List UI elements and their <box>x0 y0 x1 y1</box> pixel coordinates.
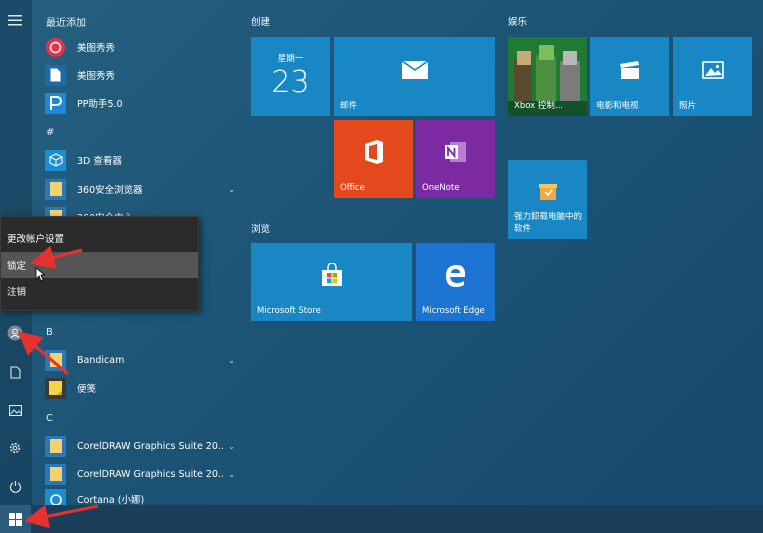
tile-label: Xbox 控制... <box>514 101 563 111</box>
group-letter-c[interactable]: C <box>46 413 53 424</box>
pictures-icon[interactable] <box>6 401 24 419</box>
recent-header: 最近添加 <box>46 18 86 29</box>
user-avatar-icon[interactable] <box>6 324 24 342</box>
app-item[interactable]: PP助手5.0 <box>45 91 235 115</box>
app-item[interactable]: 美图秀秀 <box>45 35 235 59</box>
tile-label: OneNote <box>422 183 460 193</box>
app-item[interactable]: 360安全浏览器 ⌄ <box>45 177 235 201</box>
change-account-settings-item[interactable]: 更改帐户设置 <box>1 225 198 251</box>
tile-label: Microsoft Edge <box>422 306 485 316</box>
tile-label: Office <box>340 183 365 193</box>
mail-icon <box>334 37 495 102</box>
app-item[interactable]: 美图秀秀 <box>45 63 235 87</box>
chevron-down-icon[interactable]: ⌄ <box>228 356 235 365</box>
onenote-tile[interactable]: OneNote <box>416 120 495 198</box>
tile-label: 强力卸载电脑中的软件 <box>514 212 583 234</box>
app-item[interactable]: Bandicam ⌄ <box>45 348 235 372</box>
microsoft-edge-tile[interactable]: Microsoft Edge <box>416 243 495 321</box>
chevron-down-icon[interactable]: ⌄ <box>228 470 235 479</box>
folder-icon <box>45 349 66 371</box>
store-bag-icon <box>251 243 412 307</box>
app-item[interactable]: CorelDRAW Graphics Suite 20... ⌄ <box>45 462 235 486</box>
onenote-icon <box>416 120 495 184</box>
meitu-icon <box>45 37 66 58</box>
hamburger-menu-icon[interactable] <box>6 11 24 29</box>
photos-tile[interactable]: 照片 <box>673 37 752 116</box>
mail-tile[interactable]: 邮件 <box>334 37 495 116</box>
uninstaller-icon <box>508 182 587 202</box>
cortana-icon <box>45 489 66 505</box>
taskbar <box>0 505 763 533</box>
document-icon[interactable] <box>6 363 24 381</box>
tile-label: 邮件 <box>340 101 358 111</box>
chevron-down-icon[interactable]: ⌄ <box>228 442 235 451</box>
pp-assistant-icon <box>45 92 66 114</box>
tile-label: 照片 <box>679 101 697 111</box>
section-title-browse: 浏览 <box>251 224 271 235</box>
tile-label: 电影和电视 <box>596 101 639 111</box>
folder-icon <box>45 178 66 200</box>
group-letter-hash[interactable]: # <box>46 127 54 138</box>
app-item[interactable]: 3D 查看器 <box>45 148 235 172</box>
lock-item[interactable]: 锁定 <box>1 252 198 278</box>
movies-tv-tile[interactable]: 电影和电视 <box>590 37 669 116</box>
film-clapper-icon <box>590 37 669 102</box>
app-label: CorelDRAW Graphics Suite 20... <box>77 468 225 480</box>
power-icon[interactable] <box>6 477 24 495</box>
sticky-note-icon <box>45 377 66 399</box>
chevron-down-icon[interactable]: ⌄ <box>228 185 235 194</box>
photo-landscape-icon <box>673 37 752 102</box>
xbox-tile[interactable]: Xbox 控制... <box>508 37 587 116</box>
app-item[interactable]: Cortana (小娜) <box>45 489 235 505</box>
microsoft-store-tile[interactable]: Microsoft Store <box>251 243 412 321</box>
calendar-tile[interactable]: 星期一 23 <box>251 37 330 116</box>
app-label: 美图秀秀 <box>77 71 116 82</box>
start-button[interactable] <box>0 505 31 533</box>
calendar-day: 23 <box>271 65 310 100</box>
app-label: 3D 查看器 <box>77 156 122 167</box>
edge-icon <box>416 243 495 307</box>
app-label: 360安全浏览器 <box>77 185 143 196</box>
office-icon <box>334 120 413 184</box>
app-label: Bandicam <box>77 354 125 366</box>
app-label: 美图秀秀 <box>77 43 116 54</box>
section-title-entertainment: 娱乐 <box>508 17 528 28</box>
app-label: PP助手5.0 <box>77 99 123 110</box>
group-letter-b[interactable]: B <box>46 327 53 338</box>
account-context-menu: 更改帐户设置 锁定 注销 <box>0 216 199 311</box>
calendar-weekday: 星期一 <box>277 54 304 64</box>
folder-icon <box>45 463 66 485</box>
folder-icon <box>45 435 66 457</box>
app-label: Cortana (小娜) <box>77 495 145 505</box>
app-item[interactable]: 便笺 <box>45 376 235 400</box>
app-label: CorelDRAW Graphics Suite 20... <box>77 440 225 452</box>
settings-gear-icon[interactable] <box>6 439 24 457</box>
sign-out-item[interactable]: 注销 <box>1 278 198 304</box>
cube-3d-icon <box>45 149 66 171</box>
start-menu: 最近添加 美图秀秀 美图秀秀 PP助手5.0 # 3D 查看器 360安全浏览器… <box>0 0 763 505</box>
office-tile[interactable]: Office <box>334 120 413 198</box>
windows-logo-icon <box>9 512 22 526</box>
document-icon <box>45 64 66 86</box>
app-label: 便笺 <box>77 384 97 395</box>
section-title-create: 创建 <box>251 17 271 28</box>
tile-label: Microsoft Store <box>257 306 321 316</box>
app-item[interactable]: CorelDRAW Graphics Suite 20... ⌄ <box>45 434 235 458</box>
uninstaller-tile[interactable]: 强力卸载电脑中的软件 <box>508 160 587 239</box>
